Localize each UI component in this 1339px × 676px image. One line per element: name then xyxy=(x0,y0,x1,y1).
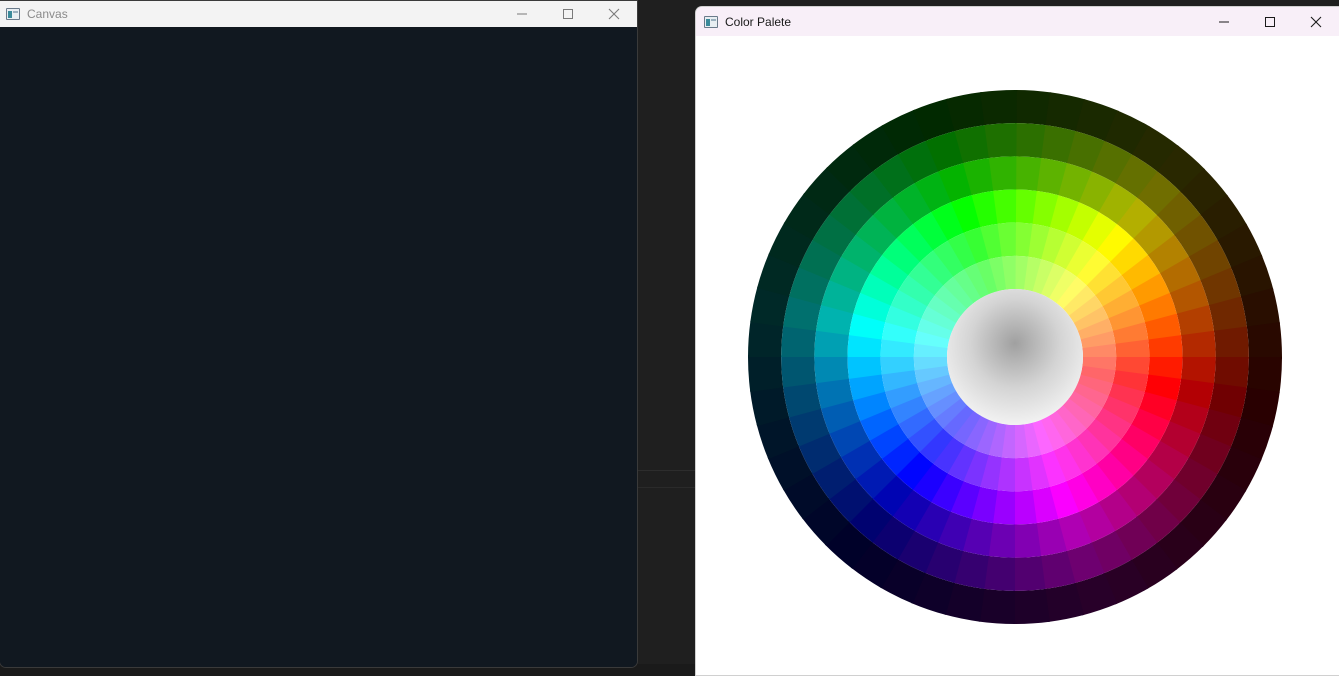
close-icon xyxy=(608,8,620,20)
background-divider xyxy=(637,487,695,488)
app-window-icon xyxy=(704,15,718,28)
background-divider xyxy=(637,470,695,471)
minimize-icon xyxy=(1219,21,1229,22)
color-swatch[interactable] xyxy=(984,123,1017,159)
minimize-button[interactable] xyxy=(1201,7,1247,36)
window-title: Canvas xyxy=(27,7,68,21)
maximize-button[interactable] xyxy=(1247,7,1293,36)
color-wheel[interactable] xyxy=(747,89,1283,625)
color-swatch[interactable] xyxy=(1181,330,1216,359)
color-swatch[interactable] xyxy=(748,355,784,392)
maximize-icon xyxy=(1265,16,1275,27)
title-bar[interactable]: Color Palete xyxy=(696,7,1339,36)
window-controls xyxy=(499,1,637,27)
app-window-icon xyxy=(6,8,20,20)
close-button[interactable] xyxy=(1293,7,1339,36)
color-swatch[interactable] xyxy=(1213,326,1249,359)
color-swatch[interactable] xyxy=(1013,588,1050,624)
maximize-button[interactable] xyxy=(545,1,591,27)
color-swatch[interactable] xyxy=(988,156,1017,191)
color-swatch[interactable] xyxy=(980,90,1017,126)
minimize-button[interactable] xyxy=(499,1,545,27)
color-swatch[interactable] xyxy=(1013,523,1042,558)
close-icon xyxy=(1310,16,1322,27)
color-swatch[interactable] xyxy=(1013,555,1046,591)
window-title: Color Palete xyxy=(725,14,792,29)
drawing-canvas[interactable] xyxy=(0,27,637,667)
color-palette-window: Color Palete xyxy=(695,6,1339,676)
color-swatch[interactable] xyxy=(781,355,817,388)
color-wheel-center[interactable] xyxy=(947,289,1083,425)
color-swatch[interactable] xyxy=(1246,322,1282,359)
palette-area xyxy=(696,36,1339,675)
minimize-icon xyxy=(517,13,527,15)
window-controls xyxy=(1201,7,1339,36)
canvas-window: Canvas xyxy=(0,0,638,668)
color-swatch[interactable] xyxy=(814,355,849,384)
maximize-icon xyxy=(563,9,573,19)
title-bar[interactable]: Canvas xyxy=(0,1,637,27)
close-button[interactable] xyxy=(591,1,637,27)
